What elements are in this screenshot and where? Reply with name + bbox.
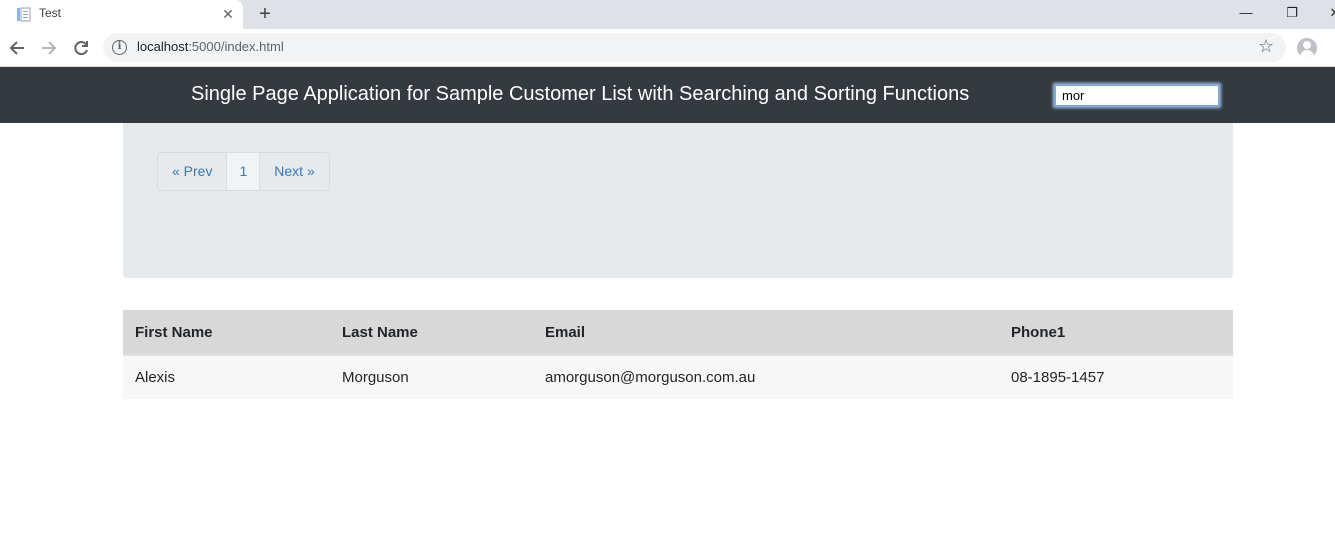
- new-tab-button[interactable]: +: [255, 3, 275, 25]
- minimize-icon[interactable]: —: [1236, 3, 1256, 23]
- page-number-link[interactable]: 1: [227, 153, 261, 190]
- info-icon[interactable]: i: [112, 40, 127, 55]
- forward-arrow-icon[interactable]: [38, 37, 60, 59]
- cell-first-name: Alexis: [123, 355, 330, 399]
- url-host: localhost: [137, 39, 189, 54]
- next-page-link[interactable]: Next »: [260, 153, 329, 190]
- column-header-phone1[interactable]: Phone1: [999, 310, 1233, 356]
- page-title: Single Page Application for Sample Custo…: [191, 83, 970, 105]
- search-input[interactable]: [1055, 85, 1219, 106]
- url-path: :5000/index.html: [188, 39, 284, 54]
- back-arrow-icon[interactable]: [6, 37, 28, 59]
- restore-icon[interactable]: ❐: [1282, 3, 1302, 23]
- close-icon[interactable]: ✕: [219, 5, 237, 23]
- app-navbar: Single Page Application for Sample Custo…: [0, 67, 1335, 123]
- table-row: Alexis Morguson amorguson@morguson.com.a…: [123, 355, 1233, 399]
- reload-icon[interactable]: [70, 37, 92, 59]
- column-header-email[interactable]: Email: [533, 310, 999, 356]
- bookmark-star-icon[interactable]: ☆: [1258, 36, 1274, 57]
- prev-page-link[interactable]: « Prev: [158, 153, 228, 190]
- pagination-panel: « Prev 1 Next »: [123, 123, 1233, 278]
- cell-last-name: Morguson: [330, 355, 533, 399]
- pagination: « Prev 1 Next »: [157, 152, 330, 191]
- url-text: localhost:5000/index.html: [137, 39, 284, 54]
- tab-strip: Test ✕ + — ❐ ✕: [0, 0, 1335, 29]
- address-bar[interactable]: i localhost:5000/index.html ☆: [103, 33, 1286, 62]
- column-header-first-name[interactable]: First Name: [123, 310, 330, 356]
- table-header-row: First Name Last Name Email Phone1: [123, 310, 1233, 356]
- customer-table: First Name Last Name Email Phone1 Alexis…: [123, 310, 1233, 399]
- browser-tab[interactable]: Test ✕: [0, 0, 243, 29]
- page-icon: [17, 7, 31, 22]
- tab-title: Test: [39, 6, 62, 20]
- cell-phone1: 08-1895-1457: [999, 355, 1233, 399]
- profile-avatar-icon[interactable]: [1297, 38, 1317, 58]
- cell-email: amorguson@morguson.com.au: [533, 355, 999, 399]
- column-header-last-name[interactable]: Last Name: [330, 310, 533, 356]
- window-close-icon[interactable]: ✕: [1325, 3, 1335, 23]
- browser-toolbar: i localhost:5000/index.html ☆: [0, 29, 1335, 67]
